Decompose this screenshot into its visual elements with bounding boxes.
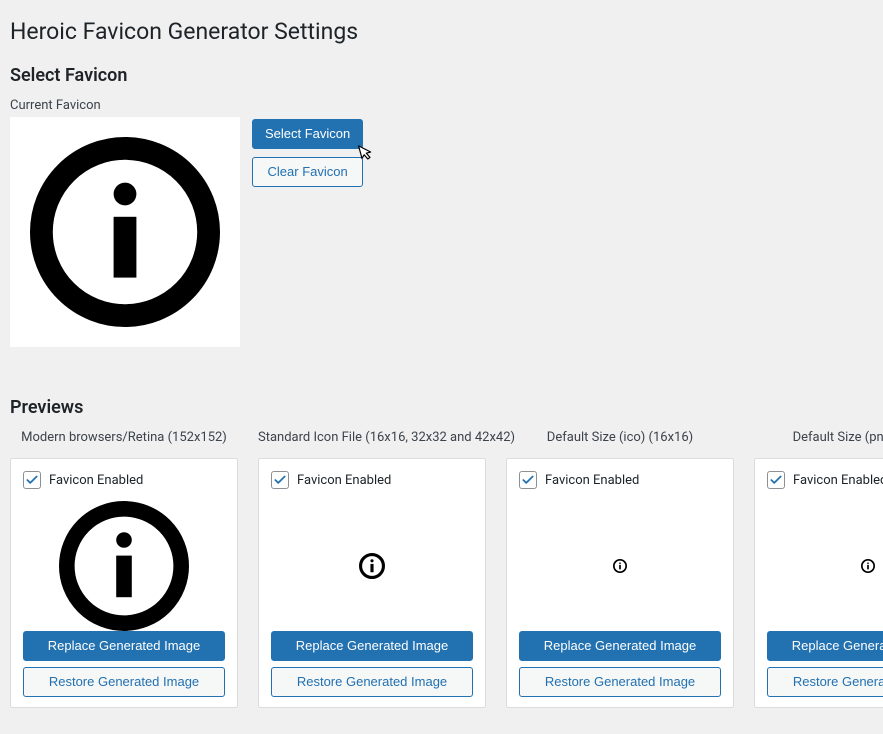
select-favicon-heading: Select Favicon [10, 65, 873, 86]
current-favicon-label: Current Favicon [10, 98, 873, 113]
restore-generated-image-button[interactable]: Restore Generated Image [767, 667, 883, 697]
preview-card: Favicon Enabled Replace Generated Image Re… [10, 458, 238, 708]
preview-image [271, 501, 473, 631]
restore-generated-image-button[interactable]: Restore Generated Image [23, 667, 225, 697]
replace-generated-image-button[interactable]: Replace Generated Image [23, 631, 225, 661]
favicon-enabled-label: Favicon Enabled [49, 473, 143, 488]
restore-generated-image-button[interactable]: Restore Generated Image [271, 667, 473, 697]
preview-title: Modern browsers/Retina (152x152) [10, 430, 238, 448]
favicon-enabled-checkbox[interactable] [271, 471, 289, 489]
replace-generated-image-button[interactable]: Replace Generated Image [271, 631, 473, 661]
info-icon [30, 137, 220, 327]
favicon-enabled-label: Favicon Enabled [297, 473, 391, 488]
info-icon [613, 559, 627, 573]
preview-image [767, 501, 883, 631]
favicon-enabled-checkbox[interactable] [767, 471, 785, 489]
previews-heading: Previews [10, 397, 873, 418]
restore-generated-image-button[interactable]: Restore Generated Image [519, 667, 721, 697]
select-favicon-button[interactable]: Select Favicon [252, 119, 363, 149]
preview-image [23, 501, 225, 631]
preview-card: Favicon Enabled Replace Generated Image Re… [258, 458, 486, 708]
info-icon [59, 501, 189, 631]
preview-image [519, 501, 721, 631]
info-icon [861, 559, 875, 573]
replace-generated-image-button[interactable]: Replace Generated Image [767, 631, 883, 661]
preview-card: Favicon Enabled Replace Generated Image Re… [506, 458, 734, 708]
page-title: Heroic Favicon Generator Settings [10, 18, 873, 45]
favicon-enabled-checkbox[interactable] [519, 471, 537, 489]
current-favicon-preview [10, 117, 240, 347]
favicon-enabled-label: Favicon Enabled [545, 473, 639, 488]
clear-favicon-button[interactable]: Clear Favicon [252, 157, 363, 187]
favicon-enabled-checkbox[interactable] [23, 471, 41, 489]
preview-title: Standard Icon File (16x16, 32x32 and 42x… [258, 430, 486, 448]
preview-title: Default Size (png) (16x16) [754, 430, 883, 448]
replace-generated-image-button[interactable]: Replace Generated Image [519, 631, 721, 661]
preview-card: Favicon Enabled Replace Generated Image Re… [754, 458, 883, 708]
favicon-enabled-label: Favicon Enabled [793, 473, 883, 488]
info-icon [359, 553, 385, 579]
preview-title: Default Size (ico) (16x16) [506, 430, 734, 448]
